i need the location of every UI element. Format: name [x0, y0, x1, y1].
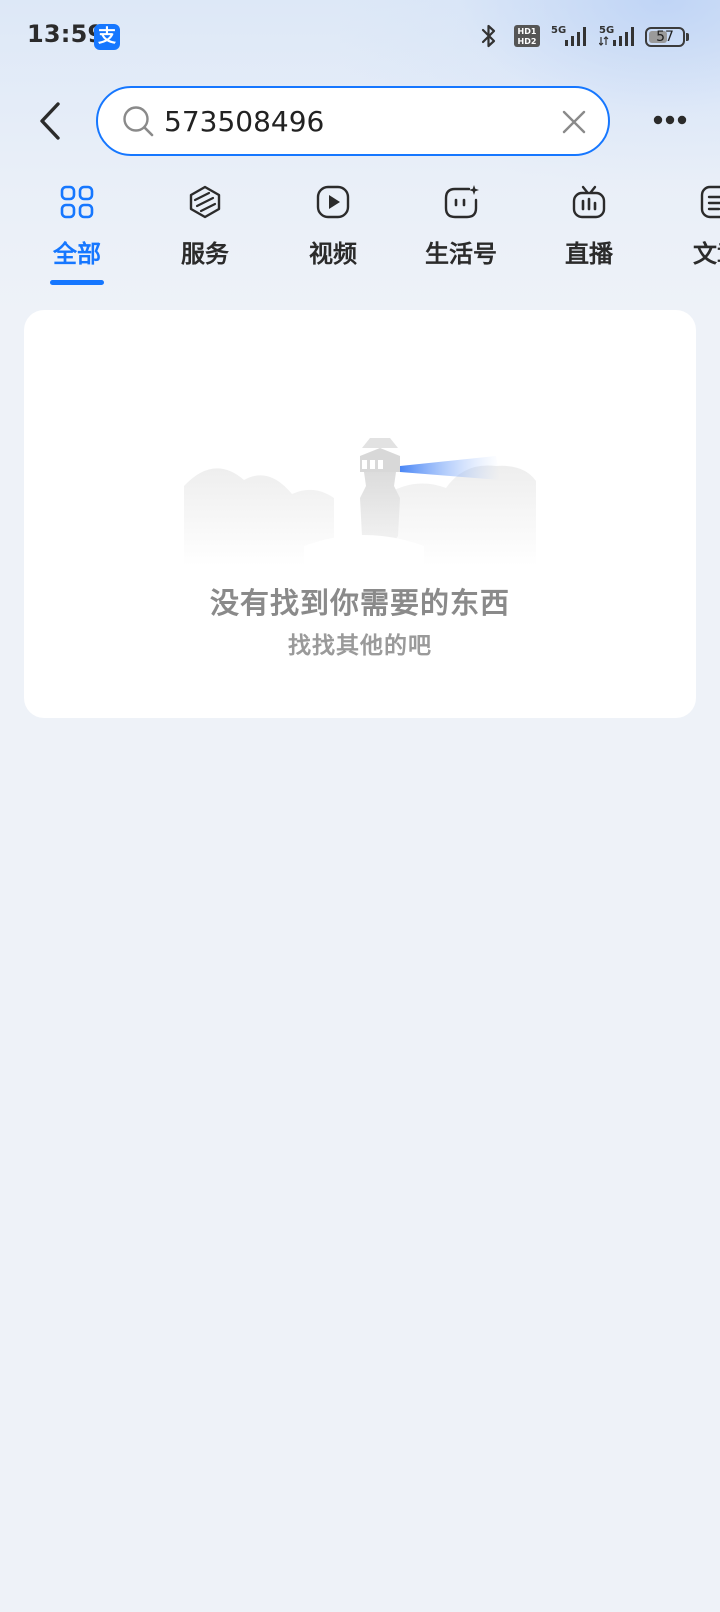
signal-5g-icon: 5G [551, 25, 586, 46]
network-type-label-2: 5G [599, 25, 614, 36]
service-cube-icon [189, 185, 221, 219]
status-time: 13:59 [27, 20, 105, 48]
tab-life-account[interactable]: 生活号 [406, 180, 516, 290]
bluetooth-icon [481, 24, 496, 48]
tab-video[interactable]: 视频 [278, 180, 388, 290]
tab-services-label: 服务 [181, 240, 229, 268]
search-box[interactable] [96, 86, 610, 156]
chevron-left-icon [40, 102, 60, 140]
tab-video-label: 视频 [309, 240, 357, 268]
battery-tip [686, 33, 689, 41]
signal-5g-secondary-icon: 5G [599, 25, 634, 46]
search-header [0, 84, 720, 160]
status-bar: 13:59 支 HD1 HD2 5G 5G 57 [0, 0, 720, 74]
empty-state-title: 没有找到你需要的东西 [209, 586, 510, 620]
network-type-label: 5G [551, 25, 566, 36]
tab-articles-label: 文章 [693, 240, 720, 268]
life-account-icon [444, 185, 479, 219]
article-icon [700, 185, 720, 219]
alipay-app-icon: 支 [94, 24, 120, 50]
battery-icon: 57 [645, 27, 685, 47]
hd1-label: HD1 [518, 27, 537, 36]
tab-all[interactable]: 全部 [22, 180, 132, 290]
category-tabs: 全部 服务 视频 生活号 直播 文 [0, 180, 720, 290]
more-options-button[interactable] [652, 104, 692, 136]
tab-services[interactable]: 服务 [150, 180, 260, 290]
hd-volte-icon: HD1 HD2 [514, 25, 540, 47]
tab-live[interactable]: 直播 [534, 180, 644, 290]
empty-state-subtitle: 找找其他的吧 [288, 633, 432, 659]
tab-all-label: 全部 [53, 240, 101, 268]
hd2-label: HD2 [518, 37, 537, 46]
empty-result-card: 没有找到你需要的东西 找找其他的吧 [24, 310, 696, 718]
lighthouse-illustration [184, 438, 536, 566]
tab-life-account-label: 生活号 [425, 240, 497, 268]
tab-articles[interactable]: 文章 [662, 180, 720, 290]
clear-search-button[interactable] [558, 106, 590, 138]
back-button[interactable] [28, 94, 72, 148]
grid-icon [60, 185, 94, 219]
more-dots-icon [653, 115, 687, 125]
tab-live-label: 直播 [565, 240, 613, 268]
battery-level-text: 57 [656, 29, 674, 45]
search-input[interactable] [164, 100, 544, 142]
search-icon [123, 106, 154, 137]
play-icon [316, 185, 350, 219]
active-tab-indicator [50, 280, 104, 285]
tv-icon [572, 185, 606, 219]
close-icon [562, 110, 586, 134]
